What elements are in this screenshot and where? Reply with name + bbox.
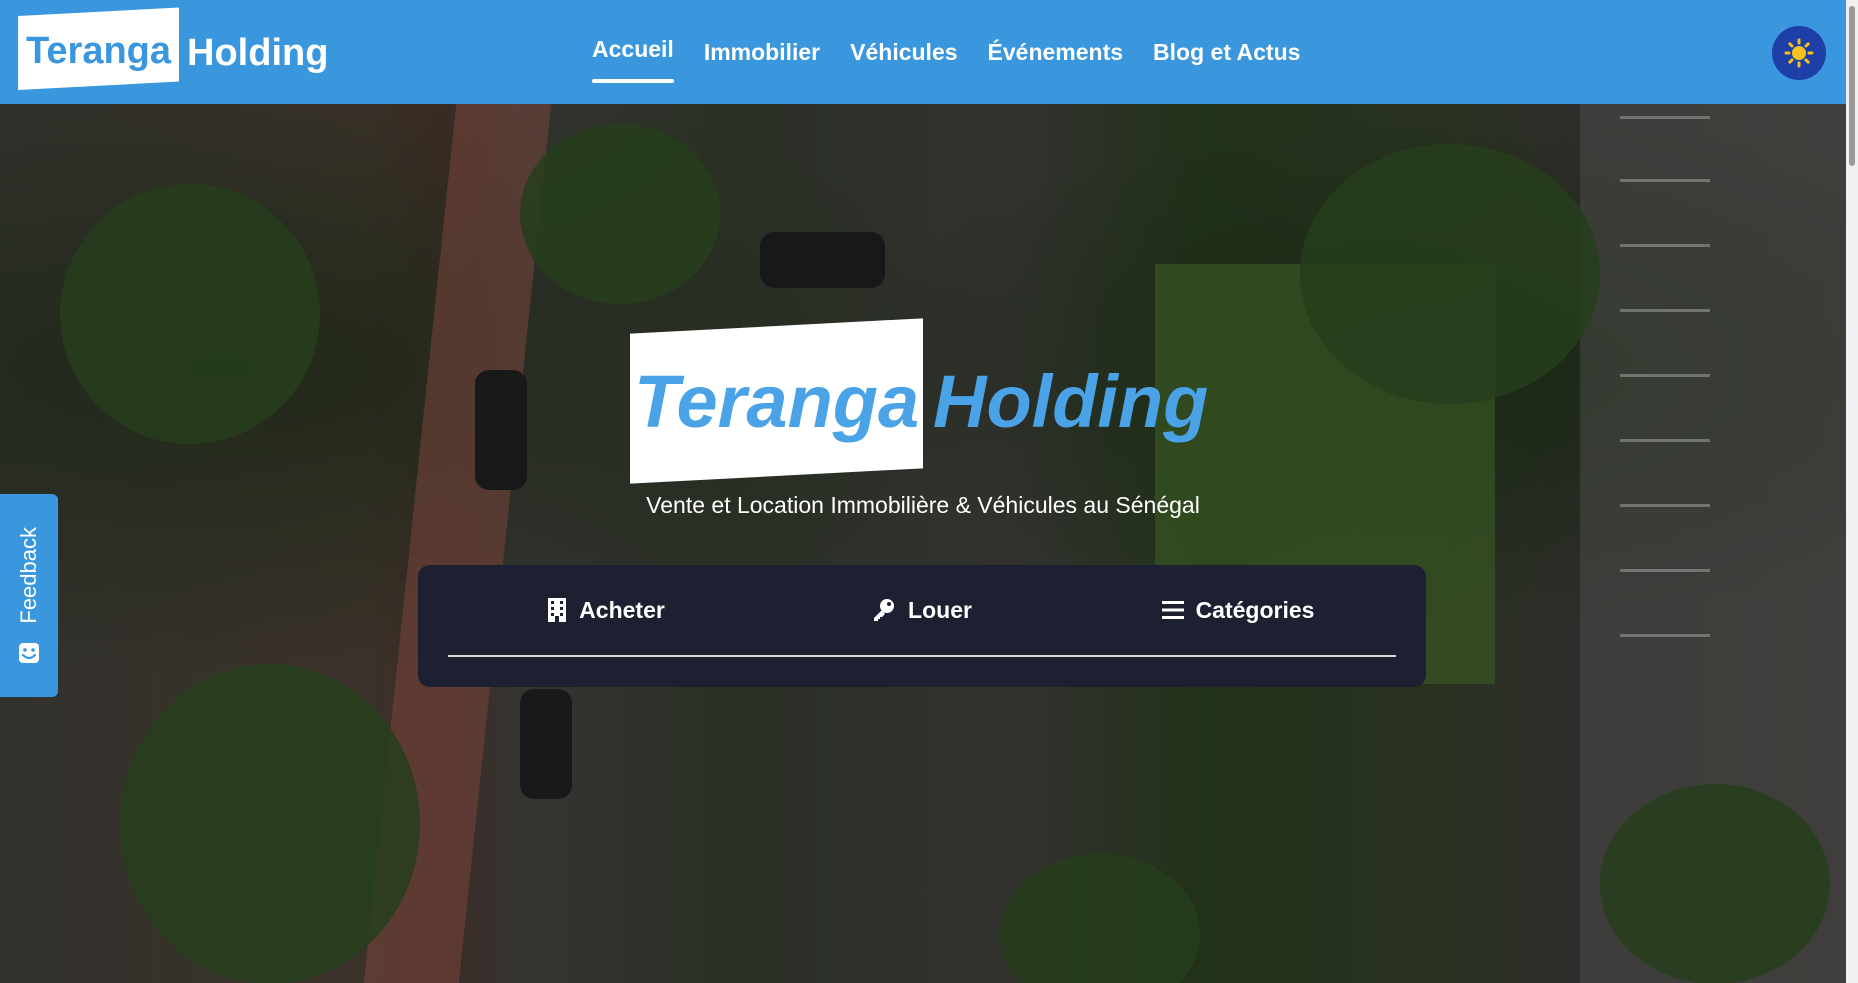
theme-toggle-button[interactable] — [1772, 26, 1826, 80]
nav-item-accueil[interactable]: Accueil — [592, 26, 674, 83]
tab-categories[interactable]: Catégories — [1080, 565, 1396, 655]
hero-bg-tree — [520, 124, 720, 304]
brand-logo-boxed: Teranga — [26, 29, 172, 72]
nav-item-vehicules[interactable]: Véhicules — [850, 29, 957, 76]
hero-bg-tree — [60, 184, 320, 444]
feedback-button[interactable]: Feedback — [0, 494, 58, 697]
tab-acheter[interactable]: Acheter — [448, 565, 764, 655]
tab-louer[interactable]: Louer — [764, 565, 1080, 655]
tab-categories-label: Catégories — [1195, 596, 1315, 623]
hero-tagline: Vente et Location Immobilière & Véhicule… — [646, 492, 1200, 518]
nav-item-evenements[interactable]: Événements — [988, 29, 1124, 76]
hero-bg-car — [760, 232, 885, 288]
tab-louer-label: Louer — [908, 596, 972, 623]
brand-logo[interactable]: Teranga Holding — [18, 7, 329, 91]
hero-bg-car — [475, 370, 527, 490]
smile-icon — [19, 642, 39, 663]
hero-bg-tree — [1000, 854, 1200, 983]
hero-bg-car — [520, 689, 572, 799]
hero-logo-rest: Holding — [933, 359, 1209, 443]
page-scrollbar[interactable] — [1846, 0, 1858, 983]
top-navbar: Teranga Holding Accueil Immobilier Véhic… — [0, 0, 1846, 104]
scrollbar-thumb[interactable] — [1849, 6, 1855, 166]
hero-bg-tree — [1300, 144, 1600, 404]
sun-icon — [1784, 38, 1814, 68]
search-panel: Acheter Louer Catégories — [418, 565, 1426, 687]
list-icon — [1161, 601, 1184, 619]
nav-item-immobilier[interactable]: Immobilier — [704, 29, 820, 76]
feedback-label: Feedback — [16, 527, 41, 624]
hero-logo: Teranga Holding — [630, 318, 1209, 484]
hero-bg-tree — [1600, 784, 1830, 983]
hero-section: Teranga Holding Vente et Location Immobi… — [0, 104, 1846, 983]
main-nav: Accueil Immobilier Véhicules Événements … — [592, 0, 1330, 104]
hero-logo-boxed: Teranga — [633, 359, 920, 443]
building-icon — [548, 598, 567, 622]
search-tabs: Acheter Louer Catégories — [448, 565, 1396, 657]
brand-logo-rest: Holding — [187, 31, 329, 74]
hero-bg-tree — [120, 664, 420, 983]
tab-acheter-label: Acheter — [579, 596, 665, 623]
key-icon — [874, 599, 895, 621]
nav-item-blog[interactable]: Blog et Actus — [1153, 29, 1300, 76]
